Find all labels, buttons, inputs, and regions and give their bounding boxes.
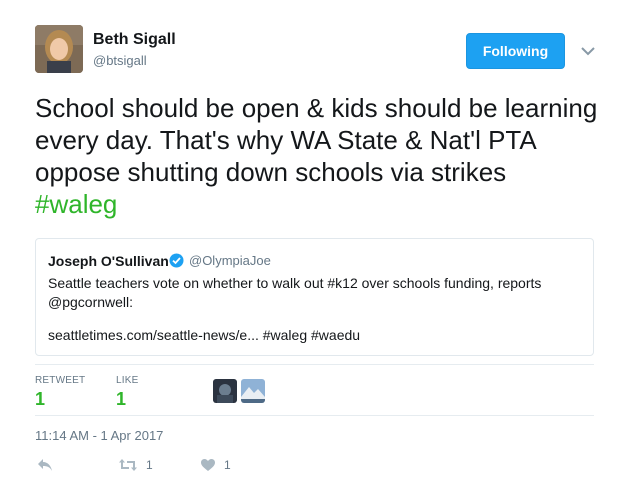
quoted-author-handle: @OlympiaJoe: [189, 253, 271, 268]
author-handle[interactable]: @btsigall: [93, 53, 147, 68]
retweet-icon: [118, 458, 138, 472]
retweet-stat-count: 1: [35, 389, 46, 409]
like-stat[interactable]: LIKE 1: [116, 375, 138, 410]
retweet-stat[interactable]: RETWEET 1: [35, 375, 85, 410]
quoted-author-name: Joseph O'Sullivan: [48, 253, 169, 269]
retweet-action-count: 1: [146, 458, 153, 472]
verified-icon: [169, 253, 184, 268]
tweet-timestamp[interactable]: 11:14 AM - 1 Apr 2017: [35, 428, 163, 443]
like-stat-count: 1: [116, 389, 127, 409]
like-stat-label: LIKE: [116, 375, 139, 386]
tweet-body: School should be open & kids should be l…: [35, 93, 598, 187]
tweet-text: School should be open & kids should be l…: [35, 92, 610, 220]
tweet-hashtag-link[interactable]: #waleg: [35, 189, 117, 219]
chevron-down-icon[interactable]: [581, 43, 595, 56]
reply-icon: [37, 458, 53, 472]
quoted-link[interactable]: seattletimes.com/seattle-news/e... #wale…: [48, 327, 360, 343]
retweet-button[interactable]: 1: [118, 458, 153, 472]
quoted-text: Seattle teachers vote on whether to walk…: [48, 275, 542, 310]
retweet-stat-label: RETWEET: [35, 375, 86, 386]
reply-button[interactable]: [37, 458, 53, 472]
avatar[interactable]: [35, 25, 83, 73]
heart-icon: [200, 458, 216, 472]
tweet-stats: RETWEET 1 LIKE 1: [35, 364, 594, 416]
like-action-count: 1: [224, 458, 231, 472]
quoted-tweet[interactable]: Joseph O'Sullivan @OlympiaJoe Seattle te…: [35, 238, 594, 356]
tweet-actions: 1 1: [35, 458, 335, 478]
liker-avatar[interactable]: [213, 379, 237, 403]
author-name[interactable]: Beth Sigall: [93, 31, 176, 49]
following-button[interactable]: Following: [466, 33, 565, 69]
liker-avatar[interactable]: [241, 379, 265, 403]
like-button[interactable]: 1: [200, 458, 231, 472]
